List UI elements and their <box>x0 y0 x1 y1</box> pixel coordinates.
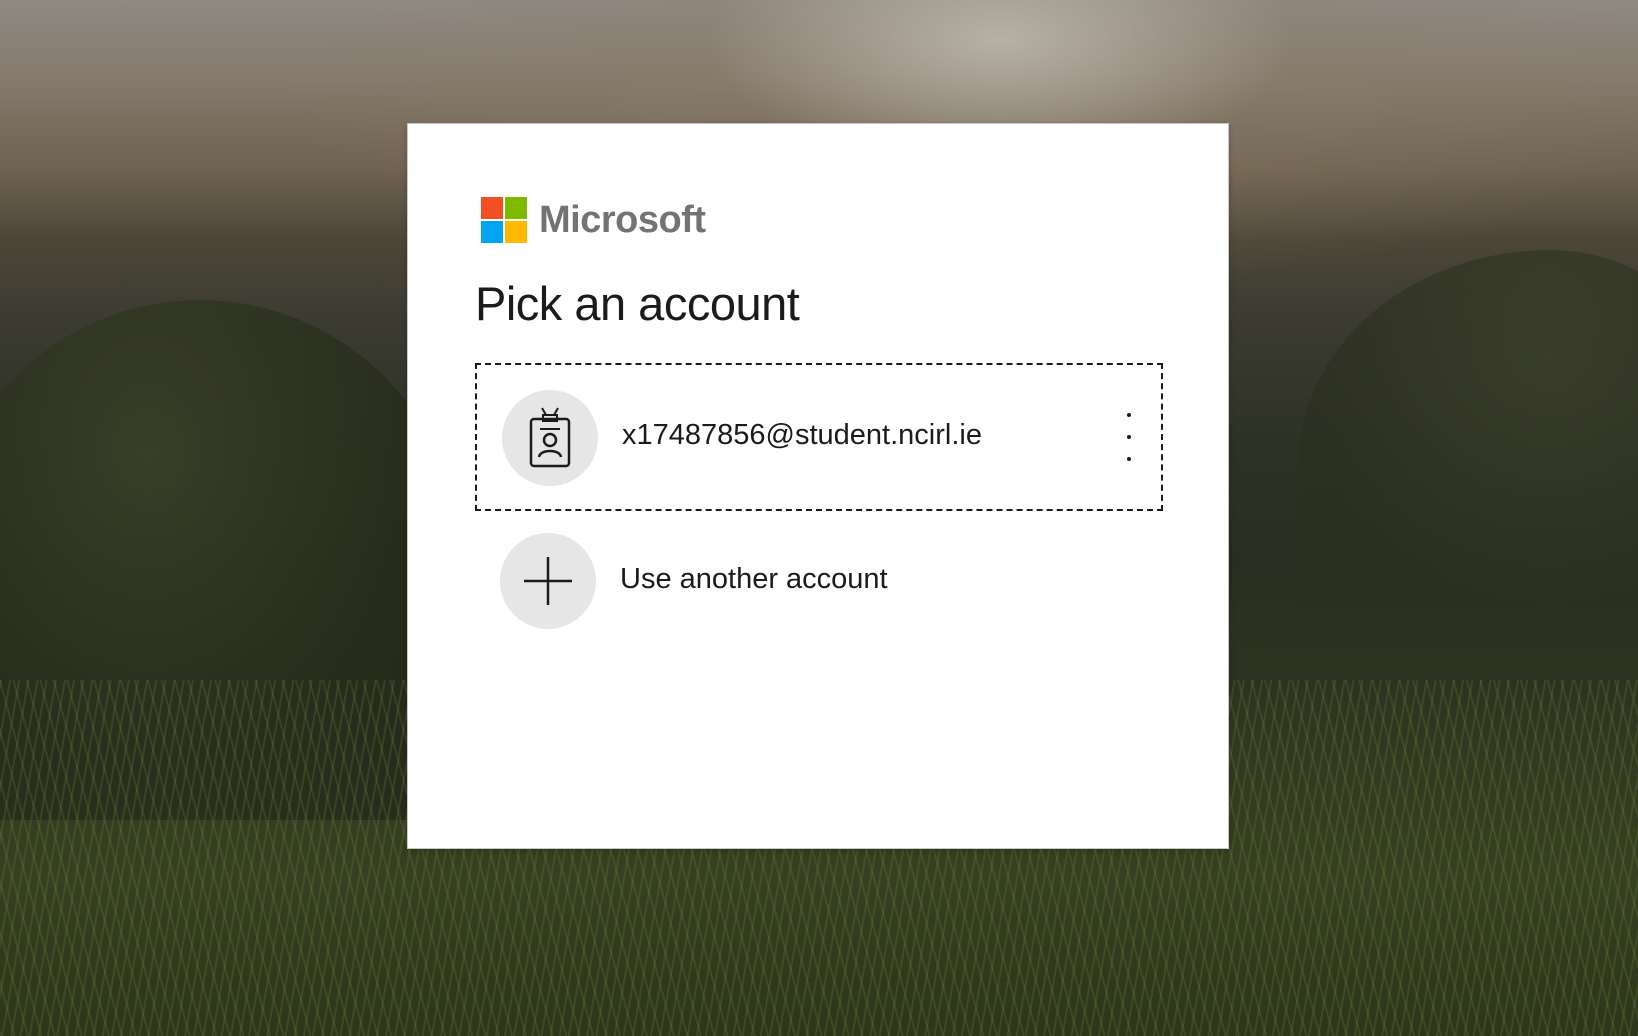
account-email: x17487856@student.ncirl.ie <box>622 419 982 451</box>
microsoft-wordmark: Microsoft <box>539 198 706 241</box>
plus-icon <box>500 533 596 629</box>
account-tile[interactable]: x17487856@student.ncirl.ie <box>475 363 1163 511</box>
page-title: Pick an account <box>475 277 800 330</box>
more-options-icon[interactable] <box>1117 413 1141 461</box>
microsoft-logo-icon <box>481 197 527 243</box>
use-another-account-label: Use another account <box>620 563 888 595</box>
use-another-account-button[interactable]: Use another account <box>475 509 1163 657</box>
badge-person-icon <box>502 390 598 486</box>
microsoft-logo: Microsoft <box>481 197 706 243</box>
sign-in-dialog: Microsoft Pick an account x17487856@stud… <box>407 123 1229 849</box>
